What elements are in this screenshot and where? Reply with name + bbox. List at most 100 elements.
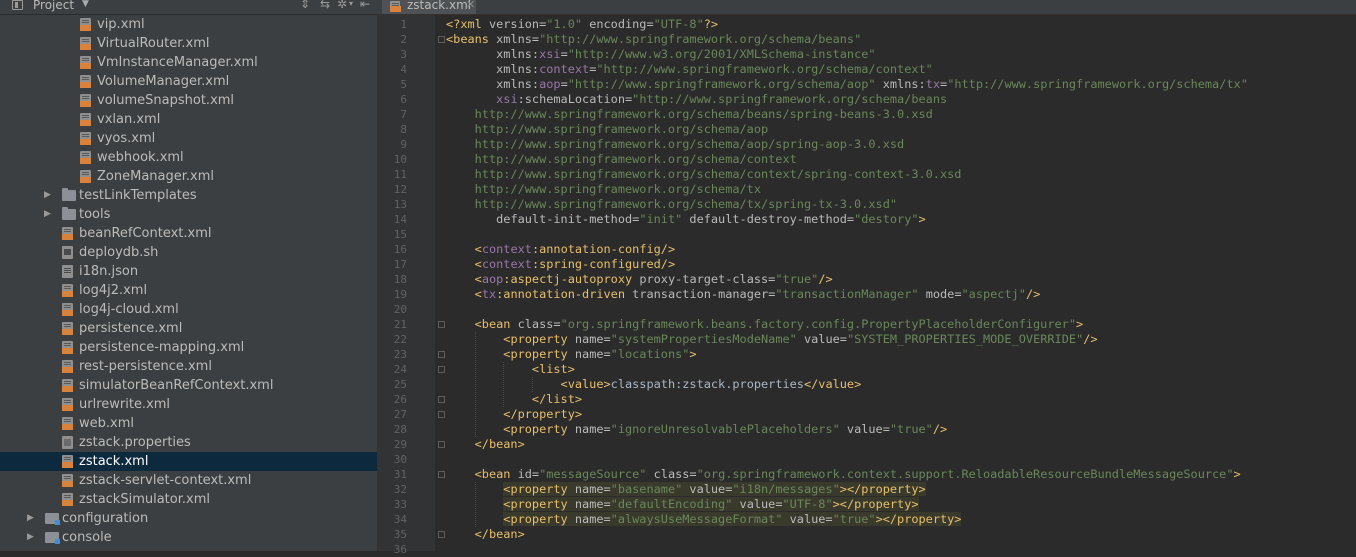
code-token: </list> — [531, 392, 583, 406]
tree-item-label: vxlan.xml — [97, 112, 161, 127]
tree-item-vminstancemanager-xml[interactable]: VmInstanceManager.xml — [0, 53, 377, 72]
code-line: <property name="ignoreUnresolvablePlaceh… — [446, 422, 947, 437]
tree-item-vxlan-xml[interactable]: vxlan.xml — [0, 110, 377, 129]
code-line: <context:annotation-config/> — [446, 242, 675, 257]
code-token: > — [918, 212, 926, 226]
close-icon[interactable]: ✕ — [466, 0, 475, 12]
tree-item-zstack-servlet-context-xml[interactable]: zstack-servlet-context.xml — [0, 471, 377, 490]
indent-guide — [475, 482, 476, 527]
gear-dropdown-icon[interactable]: ▾ — [349, 0, 353, 11]
collapse-all-icon[interactable]: ⇕ — [300, 0, 310, 11]
tree-item-web-xml[interactable]: web.xml — [0, 414, 377, 433]
gear-icon[interactable]: ✲ — [337, 0, 347, 11]
line-number: 19 — [393, 288, 407, 301]
tree-item-simulatorbeanrefcontext-xml[interactable]: simulatorBeanRefContext.xml — [0, 376, 377, 395]
code-token: <beans — [446, 32, 497, 46]
code-token: name= — [574, 422, 611, 436]
code-token: "messageSource" — [539, 467, 647, 481]
line-number: 9 — [400, 138, 407, 151]
tree-item-label: testLinkTemplates — [79, 188, 197, 203]
code-token: "http://www.springframework.org/schema/c… — [596, 62, 933, 76]
tree-item-label: persistence-mapping.xml — [79, 340, 245, 355]
tree-item-log4j2-xml[interactable]: log4j2.xml — [0, 281, 377, 300]
sync-icon[interactable]: ⇆ — [320, 0, 330, 11]
tree-item-vyos-xml[interactable]: vyos.xml — [0, 129, 377, 148]
fold-marker-icon[interactable] — [438, 366, 445, 373]
code-token: :aspectj-autoproxy — [503, 272, 640, 286]
code-area[interactable]: <?xml version="1.0" encoding="UTF-8"?> <b… — [446, 15, 1356, 551]
xml-file-icon — [80, 132, 91, 145]
tree-item-label: ZoneManager.xml — [97, 169, 214, 184]
code-token: <list> — [531, 362, 575, 376]
line-number: 33 — [393, 498, 407, 511]
code-token: = — [560, 77, 568, 91]
line-number: 16 — [393, 243, 407, 256]
project-view-selector[interactable]: Project — [33, 0, 74, 12]
code-token: "SYSTEM_PROPERTIES_MODE_OVERRIDE" — [846, 332, 1084, 346]
tree-item-zstack-properties[interactable]: zstack.properties — [0, 433, 377, 452]
tree-item-i18n-json[interactable]: i18n.json — [0, 262, 377, 281]
tab-zstack-xml[interactable]: zstack.xml ✕ — [382, 0, 476, 14]
tree-item-console[interactable]: ▶ console — [0, 528, 377, 547]
fold-marker-icon[interactable] — [438, 471, 445, 478]
code-token: /> — [1083, 332, 1098, 346]
code-token: < — [474, 257, 482, 271]
fold-marker-icon[interactable] — [438, 351, 445, 358]
line-number: 5 — [400, 78, 407, 91]
hide-panel-icon[interactable]: ⇤ — [360, 0, 370, 11]
code-token: = — [560, 47, 568, 61]
code-token: "destory" — [854, 212, 919, 226]
code-token: "http://www.springframework.org/schema/t… — [947, 77, 1248, 91]
code-token: :annotation-driven — [496, 287, 633, 301]
fold-marker-icon[interactable] — [438, 396, 445, 403]
tree-item-webhook-xml[interactable]: webhook.xml — [0, 148, 377, 167]
code-token: "UTF-8" — [653, 17, 704, 31]
tree-item-testlinktemplates[interactable]: ▶ testLinkTemplates — [0, 186, 377, 205]
tree-item-tools[interactable]: ▶ tools — [0, 205, 377, 224]
code-token: id= — [517, 467, 540, 481]
code-token: "http://www.springframework.org/schema/a… — [567, 77, 876, 91]
tree-item-log4j-cloud-xml[interactable]: log4j-cloud.xml — [0, 300, 377, 319]
tree-item-deploydb-sh[interactable]: deploydb.sh — [0, 243, 377, 262]
tree-item-zstack-xml[interactable]: zstack.xml — [0, 452, 377, 471]
tree-item-virtualrouter-xml[interactable]: VirtualRouter.xml — [0, 34, 377, 53]
expand-arrow-icon[interactable]: ▶ — [44, 189, 51, 201]
expand-arrow-icon[interactable]: ▶ — [44, 208, 51, 220]
code-token: class= — [517, 317, 561, 331]
code-token: "transactionManager" — [775, 287, 919, 301]
expand-arrow-icon[interactable]: ▶ — [27, 531, 34, 543]
fold-marker-icon[interactable] — [438, 321, 445, 328]
code-token: "UTF-8" — [782, 497, 833, 511]
line-number: 8 — [400, 123, 407, 136]
tree-item-volumemanager-xml[interactable]: VolumeManager.xml — [0, 72, 377, 91]
tree-item-volumesnapshot-xml[interactable]: volumeSnapshot.xml — [0, 91, 377, 110]
fold-marker-icon[interactable] — [438, 441, 445, 448]
code-token: http://www.springframework.org/schema/co… — [474, 167, 962, 181]
tree-item-zonemanager-xml[interactable]: ZoneManager.xml — [0, 167, 377, 186]
code-line: </property> — [446, 407, 582, 422]
code-line: xsi:schemaLocation="http://www.springfra… — [446, 92, 947, 107]
xml-file-icon — [62, 398, 73, 411]
code-token: "aspectj" — [961, 287, 1026, 301]
chevron-down-icon[interactable]: ▼ — [82, 0, 89, 11]
tree-item-configuration[interactable]: ▶ configuration — [0, 509, 377, 528]
tree-item-persistence-mapping-xml[interactable]: persistence-mapping.xml — [0, 338, 377, 357]
code-line: <property name="defaultEncoding" value="… — [446, 497, 919, 512]
tree-item-rest-persistence-xml[interactable]: rest-persistence.xml — [0, 357, 377, 376]
fold-marker-icon[interactable] — [438, 411, 445, 418]
expand-arrow-icon[interactable]: ▶ — [27, 512, 34, 524]
tree-item-label: rest-persistence.xml — [79, 359, 212, 374]
tree-item-beanrefcontext-xml[interactable]: beanRefContext.xml — [0, 224, 377, 243]
fold-marker-icon[interactable] — [438, 36, 445, 43]
tree-item-urlrewrite-xml[interactable]: urlrewrite.xml — [0, 395, 377, 414]
tree-item-persistence-xml[interactable]: persistence.xml — [0, 319, 377, 338]
tree-item-zstacksimulator-xml[interactable]: zstackSimulator.xml — [0, 490, 377, 509]
tree-item-label: deploydb.sh — [79, 245, 159, 260]
xml-file-icon — [80, 75, 91, 88]
tree-item-vip-xml[interactable]: vip.xml — [0, 15, 377, 34]
fold-marker-icon[interactable] — [438, 531, 445, 538]
